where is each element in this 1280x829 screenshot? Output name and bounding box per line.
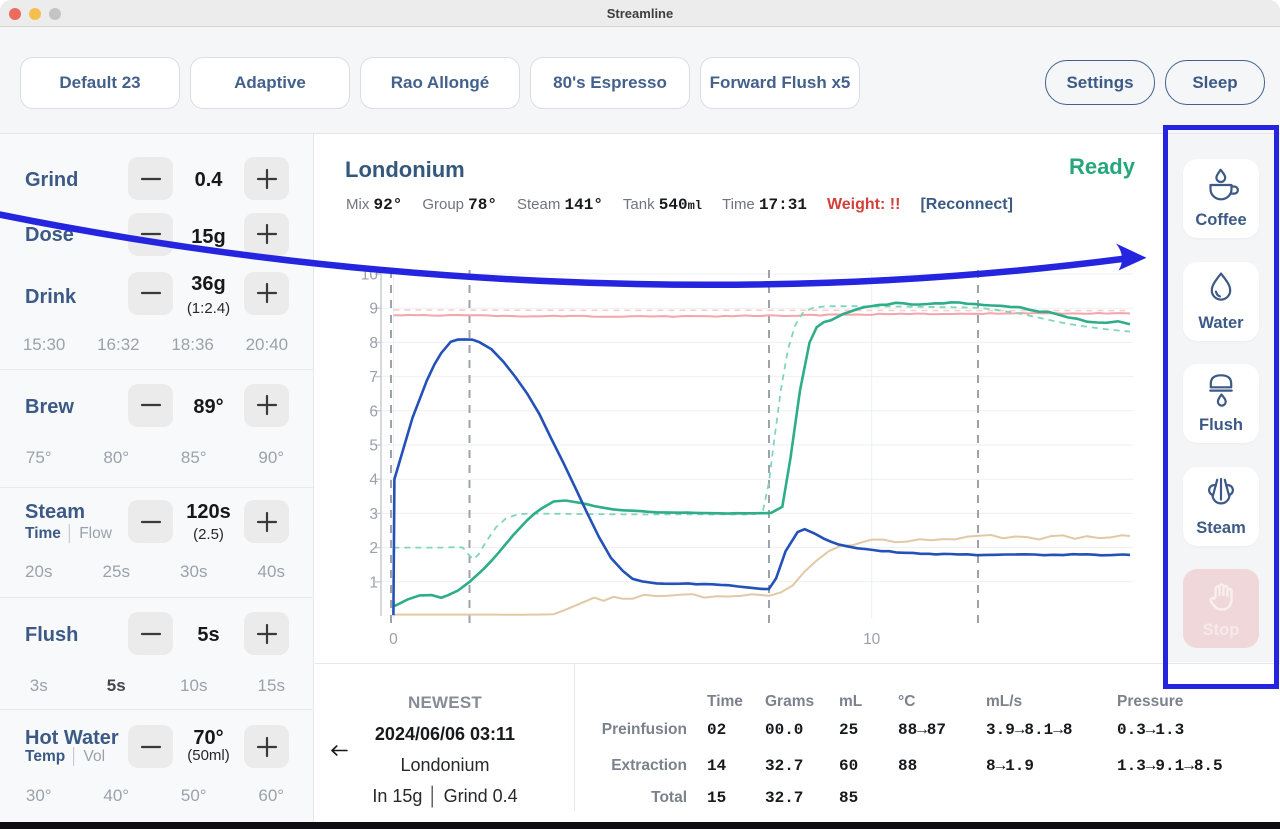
svg-text:10: 10	[863, 631, 881, 648]
svg-text:0: 0	[389, 631, 398, 648]
svg-text:9: 9	[369, 301, 378, 318]
svg-text:3: 3	[369, 506, 378, 523]
svg-text:4: 4	[369, 472, 378, 489]
svg-text:1: 1	[369, 574, 378, 591]
svg-text:2: 2	[369, 540, 378, 557]
svg-text:7: 7	[369, 369, 378, 386]
svg-text:6: 6	[369, 403, 378, 420]
svg-text:8: 8	[369, 335, 378, 352]
svg-text:5: 5	[369, 438, 378, 455]
svg-text:10: 10	[361, 267, 379, 284]
